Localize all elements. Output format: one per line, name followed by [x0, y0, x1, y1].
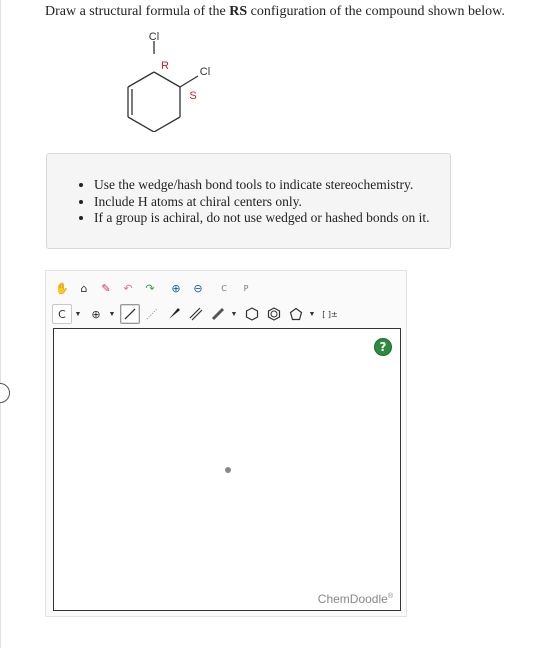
benzene-glyph [267, 307, 281, 321]
pan-tool-icon[interactable]: ✋ [52, 278, 72, 298]
stereo-label-r: R [161, 60, 169, 72]
brand-name: ChemDoodle [317, 592, 388, 606]
benzene-ring-icon[interactable] [264, 304, 284, 324]
atom-label-top: Cl [149, 32, 159, 43]
redo-icon[interactable]: ↷ [140, 278, 160, 298]
element-dropdown-icon[interactable]: ▼ [74, 304, 82, 324]
toolbar-row-2: C ▼ ⊕ ▼ ▼ ▼ [ ]± [52, 303, 342, 325]
stereo-label-s: S [189, 90, 196, 102]
toolbar-row-1: ✋ ⌂ ✎ ↶ ↷ ⊕ ⊖ C P [52, 277, 258, 299]
zoom-in-icon[interactable]: ⊕ [166, 278, 186, 298]
question-text: Draw a structural formula of the RS conf… [45, 3, 545, 20]
question-emphasis: RS [229, 4, 248, 19]
compound-structure: Cl Cl R S [127, 32, 210, 132]
copy-icon[interactable]: C [214, 278, 234, 298]
brand-mark: ® [387, 593, 393, 600]
instructions-list: Use the wedge/hash bond tools to indicat… [47, 154, 450, 227]
chemdoodle-brand: ChemDoodle® [318, 592, 393, 606]
bold-bond-icon[interactable] [208, 304, 228, 324]
eraser-tool-icon[interactable]: ✎ [96, 278, 116, 298]
paste-icon[interactable]: P [236, 278, 256, 298]
bracket-tool-button[interactable]: [ ]± [320, 304, 340, 324]
lasso-tool-icon[interactable]: ⌂ [74, 278, 94, 298]
charge-plus-button[interactable]: ⊕ [86, 304, 106, 324]
instruction-item: Use the wedge/hash bond tools to indicat… [94, 177, 450, 194]
double-bond-icon[interactable] [186, 304, 206, 324]
undo-icon[interactable]: ↶ [118, 278, 138, 298]
cyclopentane-ring-icon[interactable] [286, 304, 306, 324]
single-bond-icon[interactable] [120, 304, 140, 324]
instruction-item: Include H atoms at chiral centers only. [94, 194, 450, 211]
instruction-item: If a group is achiral, do not use wedged… [94, 210, 450, 227]
single-bond-glyph [124, 308, 136, 320]
hash-bond-icon[interactable] [142, 304, 162, 324]
question-suffix: configuration of the compound shown belo… [250, 4, 505, 19]
cyclohexane-ring-icon[interactable] [242, 304, 262, 324]
wedge-bond-icon[interactable] [164, 304, 184, 324]
zoom-out-icon[interactable]: ⊖ [188, 278, 208, 298]
wedge-bond-glyph [169, 308, 180, 319]
help-icon[interactable]: ? [374, 338, 392, 356]
hash-bond-glyph [146, 308, 158, 320]
chemdoodle-sketcher: ✋ ⌂ ✎ ↶ ↷ ⊕ ⊖ C P C ▼ ⊕ ▼ ▼ ▼ []± ? Che… [45, 270, 407, 617]
cyclopentane-glyph [289, 307, 303, 321]
charge-dropdown-icon[interactable]: ▼ [108, 304, 116, 324]
atom-label-right: Cl [200, 66, 210, 78]
ring-dropdown-icon[interactable]: ▼ [308, 304, 316, 324]
instructions-box: Use the wedge/hash bond tools to indicat… [46, 153, 451, 249]
double-bond-glyph [189, 307, 203, 321]
element-carbon-button[interactable]: C [52, 304, 72, 324]
scroll-handle[interactable] [0, 383, 10, 403]
question-prefix: Draw a structural formula of the [45, 4, 226, 19]
bond-dropdown-icon[interactable]: ▼ [230, 304, 238, 324]
cyclohexane-glyph [245, 307, 259, 321]
bold-bond-glyph [211, 307, 225, 321]
left-rail [0, 0, 1, 648]
canvas-center-dot [225, 467, 231, 473]
drawing-canvas[interactable]: ? ChemDoodle® [53, 328, 401, 611]
